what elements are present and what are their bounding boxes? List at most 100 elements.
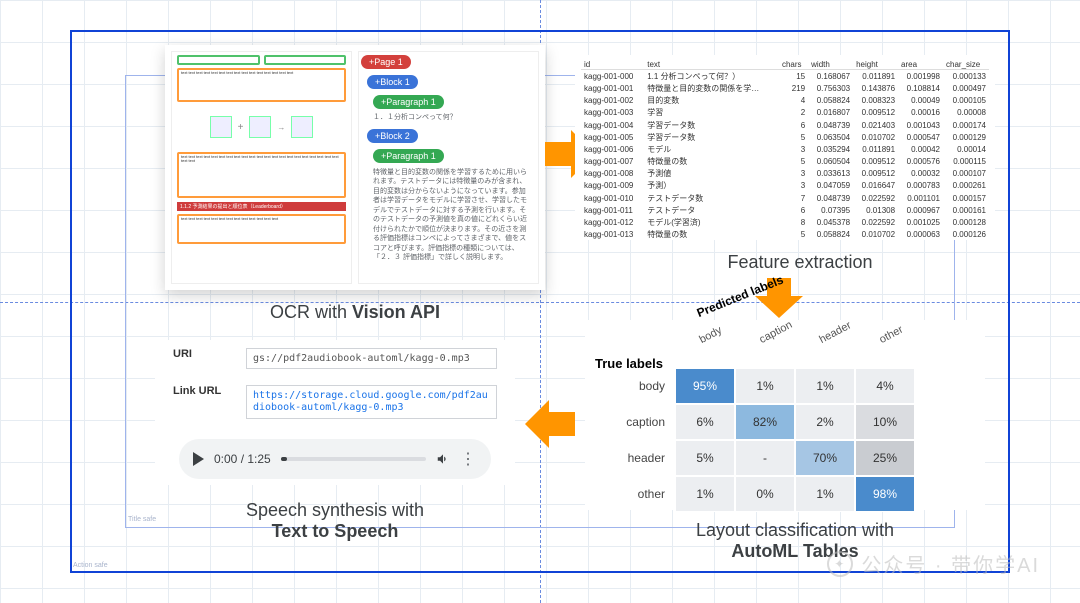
table-cell: 特徴量の数 (644, 229, 779, 241)
matrix-cell: 2% (795, 404, 855, 440)
progress-bar[interactable] (281, 457, 426, 461)
matrix-cell: 1% (735, 368, 795, 404)
wechat-icon: ✦ (827, 551, 853, 577)
table-row: kagg-001-004学習データ数60.0487390.0214030.001… (581, 119, 989, 131)
table-cell: 学習データ数 (644, 119, 779, 131)
column-header: area (898, 59, 943, 70)
table-row: kagg-001-009予測）30.0470590.0166470.000783… (581, 180, 989, 192)
table-cell: 8 (779, 216, 808, 228)
feature-table: idtextcharswidthheightareachar_size kagg… (581, 59, 989, 241)
true-label: caption (626, 415, 675, 429)
table-cell: 0.000105 (943, 95, 989, 107)
table-cell: 0.108814 (898, 82, 943, 94)
matrix-cell: 1% (795, 368, 855, 404)
table-cell: 0.016807 (808, 107, 853, 119)
column-header: height (853, 59, 898, 70)
table-cell: 0.035294 (808, 143, 853, 155)
table-cell: kagg-001-009 (581, 180, 644, 192)
table-cell: kagg-001-010 (581, 192, 644, 204)
table-cell: 15 (779, 70, 808, 83)
table-cell: 0.060504 (808, 156, 853, 168)
page-tag[interactable]: +Page 1 (361, 55, 411, 69)
matrix-cell: - (735, 440, 795, 476)
column-header: char_size (943, 59, 989, 70)
table-cell: 0.756303 (808, 82, 853, 94)
table-row: kagg-001-003学習20.0168070.0095120.000160.… (581, 107, 989, 119)
table-cell: 予測） (644, 180, 779, 192)
table-cell: 0.000129 (943, 131, 989, 143)
feature-caption: Feature extraction (640, 252, 960, 273)
predicted-label: header (817, 319, 853, 346)
matrix-cell: 1% (675, 476, 735, 512)
audio-player[interactable]: 0:00 / 1:25 ⋮ (179, 439, 491, 479)
table-cell: 0.000133 (943, 70, 989, 83)
table-cell: 0.011891 (853, 70, 898, 83)
table-cell: 0.047059 (808, 180, 853, 192)
block-tag[interactable]: +Block 1 (367, 75, 418, 89)
block-tag[interactable]: +Block 2 (367, 129, 418, 143)
table-cell: 0.008323 (853, 95, 898, 107)
paragraph-tag[interactable]: +Paragraph 1 (373, 95, 444, 109)
table-row: kagg-001-010テストデータ数70.0487390.0225920.00… (581, 192, 989, 204)
table-cell: 0.00008 (943, 107, 989, 119)
table-cell: 7 (779, 192, 808, 204)
table-cell: 0.021403 (853, 119, 898, 131)
doc-paragraph-block: text text text text text text text text … (177, 68, 346, 102)
table-cell: 0.000576 (898, 156, 943, 168)
table-cell: 0.001101 (898, 192, 943, 204)
matrix-cell: 6% (675, 404, 735, 440)
table-cell: kagg-001-003 (581, 107, 644, 119)
table-cell: モデル (644, 143, 779, 155)
table-cell: 0.07395 (808, 204, 853, 216)
confusion-matrix-panel: Predicted labels True labels bodycaption… (585, 320, 985, 510)
volume-icon[interactable] (436, 452, 450, 466)
table-cell: 0.009512 (853, 156, 898, 168)
play-icon[interactable] (193, 452, 204, 466)
table-cell: 0.048739 (808, 119, 853, 131)
ocr-doc-thumbnail: text text text text text text text text … (171, 51, 352, 284)
matrix-cell: 0% (735, 476, 795, 512)
table-cell: kagg-001-004 (581, 119, 644, 131)
table-row: kagg-001-013特徴量の数50.0588240.0107020.0000… (581, 229, 989, 241)
table-cell: 0.00016 (898, 107, 943, 119)
table-cell: 0.001043 (898, 119, 943, 131)
table-row: kagg-001-006モデル30.0352940.0118910.000420… (581, 143, 989, 155)
matrix-cell: 5% (675, 440, 735, 476)
doc-paragraph-block: text text text text text text text text … (177, 152, 346, 198)
table-cell: 3 (779, 143, 808, 155)
tts-output-panel: URI gs://pdf2audiobook-automl/kagg-0.mp3… (155, 340, 515, 485)
table-cell: 0.000161 (943, 204, 989, 216)
table-cell: 目的変数 (644, 95, 779, 107)
column-header: width (808, 59, 853, 70)
table-row: kagg-001-001特徴量と目的変数の関係を学…2190.7563030.1… (581, 82, 989, 94)
paragraph-text: １．１分析コンペって何？ (359, 112, 538, 126)
matrix-cell: 95% (675, 368, 735, 404)
true-label: body (639, 379, 675, 393)
table-cell: 0.033613 (808, 168, 853, 180)
link-url-value[interactable]: https://storage.cloud.google.com/pdf2aud… (246, 385, 497, 419)
table-cell: 3 (779, 168, 808, 180)
table-cell: 0.001998 (898, 70, 943, 83)
table-cell: kagg-001-012 (581, 216, 644, 228)
table-cell: 学習 (644, 107, 779, 119)
doc-section-title: 1.1.2 予測結果の提出と順位表（Leaderboard） (177, 202, 346, 211)
table-cell: 0.000783 (898, 180, 943, 192)
paragraph-tag[interactable]: +Paragraph 1 (373, 149, 444, 163)
table-cell: 5 (779, 156, 808, 168)
true-label: header (628, 451, 675, 465)
table-cell: 0.00042 (898, 143, 943, 155)
table-cell: 0.000261 (943, 180, 989, 192)
column-header: chars (779, 59, 808, 70)
matrix-cell: 10% (855, 404, 915, 440)
more-icon[interactable]: ⋮ (460, 449, 477, 469)
table-cell: 5 (779, 229, 808, 241)
action-safe-label: Action safe (73, 562, 108, 569)
table-row: kagg-001-008予測値30.0336130.0095120.000320… (581, 168, 989, 180)
table-cell: 6 (779, 119, 808, 131)
column-header: id (581, 59, 644, 70)
table-cell: 0.048739 (808, 192, 853, 204)
table-cell: 0.168067 (808, 70, 853, 83)
table-cell: kagg-001-013 (581, 229, 644, 241)
column-header: text (644, 59, 779, 70)
uri-value[interactable]: gs://pdf2audiobook-automl/kagg-0.mp3 (246, 348, 497, 369)
